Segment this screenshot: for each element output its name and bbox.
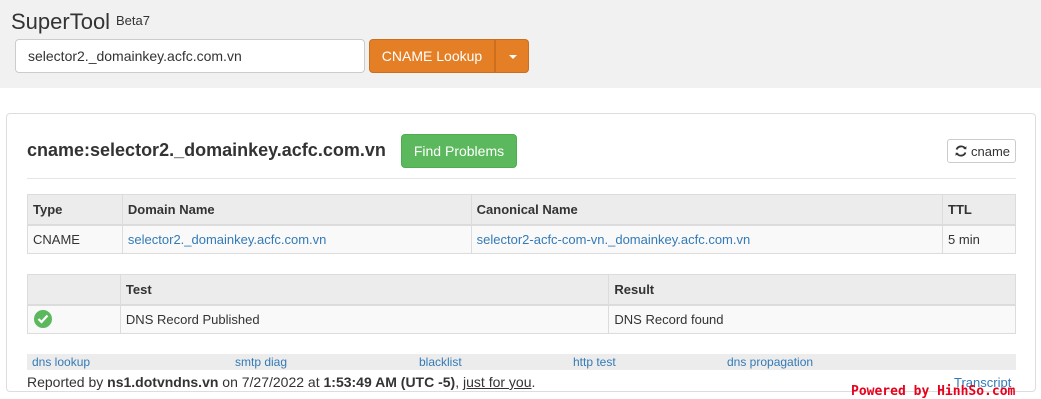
record-ttl: 5 min	[942, 224, 1016, 254]
column-header: TTL	[942, 194, 1016, 226]
smtp-diag-link[interactable]: smtp diag	[235, 355, 287, 369]
app-version: Beta7	[116, 13, 150, 28]
column-header: Result	[608, 274, 1016, 306]
domain-name-cell: selector2._domainkey.acfc.com.vn	[121, 224, 472, 254]
records-table: Type Domain Name Canonical Name TTL CNAM…	[27, 194, 1016, 254]
column-header: Domain Name	[121, 194, 472, 226]
reporting-server: ns1.dotvndns.vn	[107, 374, 219, 390]
column-header	[27, 274, 121, 306]
footer-sep: ,	[455, 374, 460, 390]
check-circle-icon	[34, 310, 52, 329]
table-header-row: Test Result	[27, 274, 1016, 306]
refresh-cname-button[interactable]: cname	[947, 139, 1016, 163]
column-header: Type	[27, 194, 123, 226]
divider	[27, 178, 1016, 179]
search-input[interactable]	[15, 39, 365, 73]
status-cell	[27, 304, 121, 334]
app-brand[interactable]: SuperTool	[11, 9, 110, 35]
find-problems-button[interactable]: Find Problems	[401, 134, 517, 168]
dns-propagation-link[interactable]: dns propagation	[727, 355, 813, 369]
cname-lookup-button[interactable]: CNAME Lookup	[369, 39, 495, 73]
tests-table: Test Result DNS Record Published DNS Rec…	[27, 274, 1016, 334]
table-row: DNS Record Published DNS Record found	[27, 304, 1016, 334]
footer-prefix: Reported by	[27, 374, 104, 390]
top-bar: SuperTool Beta7 CNAME Lookup	[0, 0, 1041, 88]
watermark: Powered by HinhSo.com	[851, 384, 1016, 399]
test-result: DNS Record found	[608, 304, 1016, 334]
dns-lookup-link[interactable]: dns lookup	[32, 355, 90, 369]
table-header-row: Type Domain Name Canonical Name TTL	[27, 194, 1016, 226]
refresh-label: cname	[971, 144, 1011, 159]
canonical-name-cell: selector2-acfc-com-vn._domainkey.acfc.co…	[470, 224, 944, 254]
blacklist-link[interactable]: blacklist	[419, 355, 462, 369]
result-title: cname:selector2._domainkey.acfc.com.vn	[27, 140, 386, 160]
http-test-link[interactable]: http test	[573, 355, 616, 369]
column-header: Canonical Name	[470, 194, 944, 226]
test-name: DNS Record Published	[119, 304, 610, 334]
refresh-icon	[955, 145, 967, 157]
caret-down-icon	[509, 55, 517, 59]
tool-links: dns lookup smtp diag blacklist http test…	[27, 354, 1016, 370]
report-footer: Reported by ns1.dotvndns.vn on 7/27/2022…	[27, 374, 535, 390]
report-time: 1:53:49 AM (UTC -5)	[323, 374, 456, 390]
domain-name-link[interactable]: selector2._domainkey.acfc.com.vn	[128, 232, 326, 247]
just-for-you-link[interactable]: just for you	[463, 374, 531, 390]
lookup-type-dropdown-button[interactable]	[495, 39, 529, 73]
canonical-name-link[interactable]: selector2-acfc-com-vn._domainkey.acfc.co…	[477, 232, 751, 247]
column-header: Test	[119, 274, 610, 306]
footer-date: on 7/27/2022 at	[222, 374, 320, 390]
table-row: CNAME selector2._domainkey.acfc.com.vn s…	[27, 224, 1016, 254]
record-type: CNAME	[27, 224, 123, 254]
footer-end: .	[531, 374, 536, 390]
